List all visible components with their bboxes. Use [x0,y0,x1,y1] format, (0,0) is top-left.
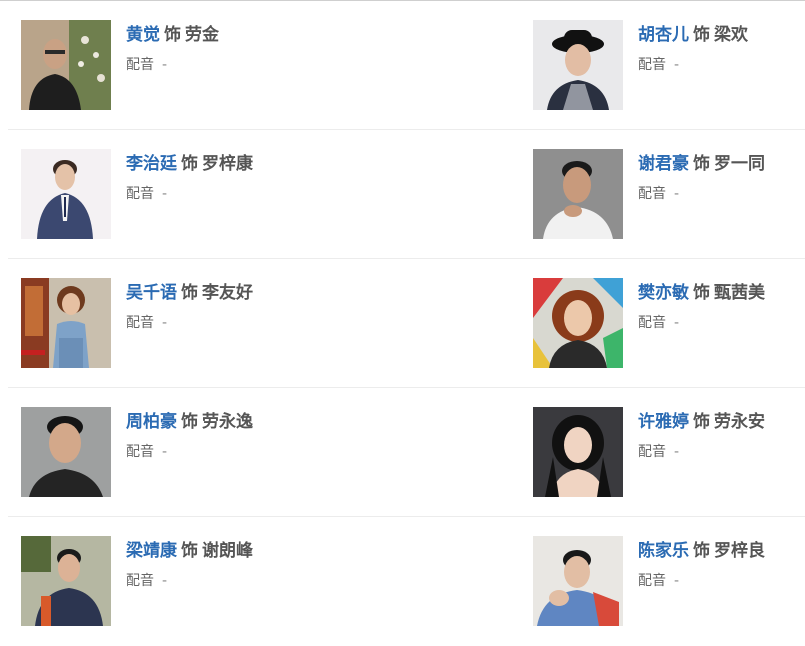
dubbing-value: - [162,186,168,202]
as-connector: 饰 [181,154,198,174]
dubbing-value: - [674,573,680,589]
role-name: 梁欢 [714,25,748,45]
actor-photo[interactable] [533,407,623,497]
actor-name-link[interactable]: 李治廷 [126,154,177,174]
cast-info: 许雅婷饰劳永安 配音 - [638,407,805,461]
actor-photo[interactable] [21,278,111,368]
cast-name-line: 许雅婷饰劳永安 [638,407,805,437]
actor-name-link[interactable]: 谢君豪 [638,154,689,174]
cast-info: 吴千语饰李友好 配音 - [126,278,366,332]
as-connector: 饰 [693,25,710,45]
dubbing-label: 配音 [126,57,154,73]
actor-name-link[interactable]: 许雅婷 [638,412,689,432]
cast-name-line: 李治廷饰罗梓康 [126,149,366,179]
as-connector: 饰 [181,541,198,561]
cast-info: 周柏豪饰劳永逸 配音 - [126,407,366,461]
dubbing-label: 配音 [638,57,666,73]
cast-row: 吴千语饰李友好 配音 - 樊亦敏 饰 甄茜美 配音 - [8,259,805,388]
dubbing-line: 配音 - [638,185,805,203]
dubbing-value: - [162,57,168,73]
role-name: 劳永逸 [202,412,253,432]
actor-photo[interactable] [533,278,623,368]
actor-photo[interactable] [21,407,111,497]
dubbing-line: 配音 - [126,572,366,590]
cast-name-line: 陈家乐饰罗梓良 [638,536,805,566]
actor-name-link[interactable]: 黄觉 [126,25,160,45]
actor-name-link[interactable]: 周柏豪 [126,412,177,432]
actor-name-link[interactable]: 吴千语 [126,283,177,303]
role-name: 劳永安 [714,412,765,432]
dubbing-label: 配音 [638,186,666,202]
role-name: 罗一同 [714,154,765,174]
dubbing-value: - [674,444,680,460]
dubbing-value: - [674,186,680,202]
cast-name-line: 胡杏儿饰梁欢 [638,20,805,50]
dubbing-line: 配音 - [126,56,366,74]
cast-row: 梁靖康饰谢朗峰 配音 - 陈家乐饰罗梓良 配音 - [8,517,805,646]
cast-name-line: 樊亦敏饰甄茜美 [638,278,805,308]
cast-row: 李治廷饰罗梓康 配音 - 谢君豪饰罗一同 配音 - [8,130,805,259]
as-connector: 饰 [693,283,710,303]
cast-row: 黄觉饰劳金 配音 - 胡杏儿饰梁欢 配音 - [8,1,805,130]
dubbing-line: 配音 - [638,572,805,590]
role-name: 罗梓康 [202,154,253,174]
actor-photo[interactable] [533,536,623,626]
actor-name-link[interactable]: 梁靖康 [126,541,177,561]
role-name: 甄茜美 [714,283,765,303]
cast-list: 黄觉饰劳金 配音 - 胡杏儿饰梁欢 配音 - 李治廷 饰 罗梓康 配音 - 谢君… [8,1,805,646]
cast-info: 黄觉饰劳金 配音 - [126,20,366,74]
cast-info: 胡杏儿饰梁欢 配音 - [638,20,805,74]
cast-name-line: 吴千语饰李友好 [126,278,366,308]
as-connector: 饰 [693,154,710,174]
dubbing-label: 配音 [126,315,154,331]
dubbing-value: - [162,444,168,460]
cast-name-line: 黄觉饰劳金 [126,20,366,50]
as-connector: 饰 [164,25,181,45]
dubbing-label: 配音 [126,444,154,460]
cast-info: 梁靖康饰谢朗峰 配音 - [126,536,366,590]
dubbing-line: 配音 - [638,56,805,74]
cast-name-line: 梁靖康饰谢朗峰 [126,536,366,566]
cast-info: 陈家乐饰罗梓良 配音 - [638,536,805,590]
cast-row: 周柏豪饰劳永逸 配音 - 许雅婷饰劳永安 配音 - [8,388,805,517]
dubbing-label: 配音 [126,573,154,589]
actor-name-link[interactable]: 樊亦敏 [638,283,689,303]
as-connector: 饰 [693,541,710,561]
dubbing-line: 配音 - [638,314,805,332]
as-connector: 饰 [693,412,710,432]
dubbing-label: 配音 [638,315,666,331]
actor-photo[interactable] [21,149,111,239]
dubbing-label: 配音 [126,186,154,202]
actor-name-link[interactable]: 陈家乐 [638,541,689,561]
actor-name-link[interactable]: 胡杏儿 [638,25,689,45]
as-connector: 饰 [181,412,198,432]
role-name: 罗梓良 [714,541,765,561]
actor-photo[interactable] [533,20,623,110]
role-name: 谢朗峰 [202,541,253,561]
cast-name-line: 谢君豪饰罗一同 [638,149,805,179]
cast-name-line: 周柏豪饰劳永逸 [126,407,366,437]
dubbing-value: - [674,315,680,331]
role-name: 李友好 [202,283,253,303]
role-name: 劳金 [185,25,219,45]
dubbing-value: - [674,57,680,73]
actor-photo[interactable] [21,20,111,110]
dubbing-label: 配音 [638,573,666,589]
dubbing-label: 配音 [638,444,666,460]
dubbing-line: 配音 - [126,185,366,203]
cast-info: 樊亦敏饰甄茜美 配音 - [638,278,805,332]
dubbing-line: 配音 - [126,443,366,461]
actor-photo[interactable] [533,149,623,239]
cast-info: 谢君豪饰罗一同 配音 - [638,149,805,203]
dubbing-line: 配音 - [638,443,805,461]
dubbing-line: 配音 - [126,314,366,332]
dubbing-value: - [162,573,168,589]
actor-photo[interactable] [21,536,111,626]
dubbing-value: - [162,315,168,331]
as-connector: 饰 [181,283,198,303]
cast-info: 李治廷饰罗梓康 配音 - [126,149,366,203]
